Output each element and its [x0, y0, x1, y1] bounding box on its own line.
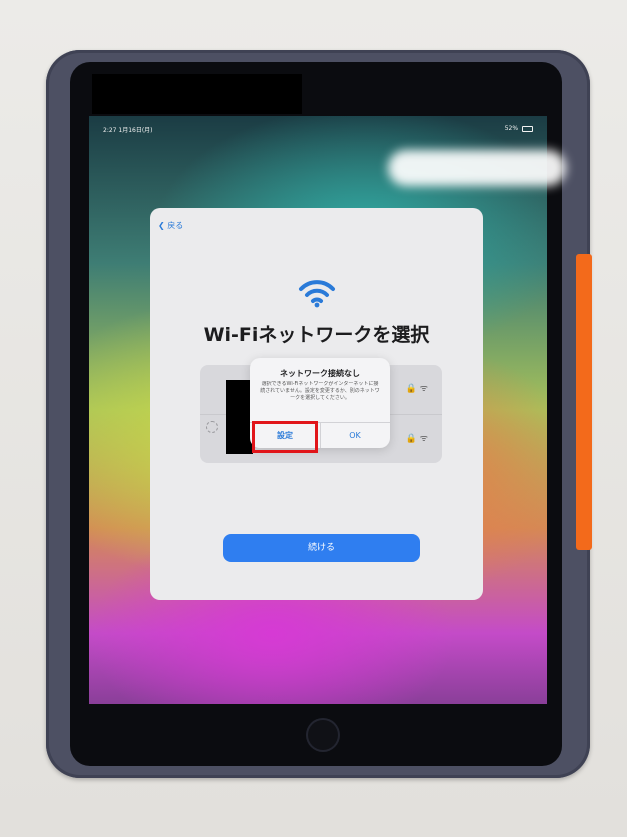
back-label: 戻る: [167, 221, 184, 230]
wifi-icon: [299, 280, 335, 308]
battery-percent: 52%: [504, 125, 519, 132]
alert-message: 選択できるWi-Fiネットワークがインターネットに接続されていません。設定を変更…: [260, 381, 380, 401]
case-side-tab: [576, 254, 592, 550]
redaction-bar: [92, 74, 302, 114]
network-row-icons: 🔒 ᯤ: [406, 431, 428, 444]
lock-icon: 🔒: [405, 384, 417, 394]
status-time-date: 2:27 1月16日(月): [103, 127, 153, 134]
wifi-signal-icon: ᯤ: [419, 384, 428, 394]
highlight-box: [252, 421, 318, 453]
loading-spinner-icon: [206, 421, 218, 433]
continue-button[interactable]: 続ける: [223, 534, 420, 562]
home-button[interactable]: [306, 718, 340, 752]
screen-glare: [388, 150, 566, 186]
battery-icon: [522, 125, 533, 132]
alert-title: ネットワーク接続なし: [280, 369, 360, 378]
alert-ok-button[interactable]: OK: [320, 423, 390, 448]
network-row-icons: 🔒 ᯤ: [406, 381, 428, 394]
wifi-signal-icon: ᯤ: [419, 434, 428, 444]
redaction-bar: [226, 380, 253, 454]
back-chevron-icon: ❮: [158, 221, 165, 230]
lock-icon: 🔒: [405, 434, 417, 444]
status-battery: 52%: [505, 125, 533, 132]
page-title: Wi-Fiネットワークを選択: [203, 324, 430, 346]
back-button[interactable]: ❮ 戻る: [158, 220, 183, 231]
